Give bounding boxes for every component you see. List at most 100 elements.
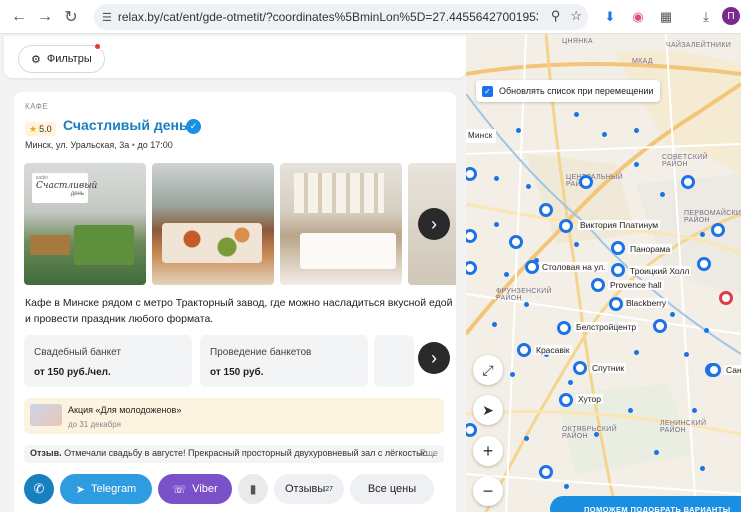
zoom-out-button[interactable]: − <box>473 476 503 506</box>
service-item-partial[interactable] <box>374 335 414 387</box>
map-dot[interactable] <box>659 191 665 197</box>
venue-label[interactable]: Красавік <box>534 345 572 355</box>
review-snippet[interactable]: Отзыв. Отмечали свадьбу в августе! Прекр… <box>24 445 444 463</box>
map-dot[interactable] <box>691 407 697 413</box>
downloads-icon[interactable]: ⤓ <box>696 7 716 27</box>
all-prices-button[interactable]: Все цены <box>350 474 434 504</box>
bookmark-star-icon[interactable]: ☆ <box>570 8 582 24</box>
map-dot[interactable] <box>493 175 499 181</box>
map-pin[interactable] <box>579 175 593 189</box>
review-more-link[interactable]: Еще <box>420 448 438 458</box>
update-on-move-toggle[interactable]: ✓ Обновлять список при перемещении <box>476 80 660 102</box>
viber-button[interactable]: ☏ Viber <box>158 474 232 504</box>
map-pin[interactable] <box>559 219 573 233</box>
map-pin[interactable] <box>559 393 573 407</box>
map-dot[interactable] <box>525 183 531 189</box>
venue-name[interactable]: Счастливый день <box>63 117 188 133</box>
map-pin[interactable] <box>611 263 625 277</box>
filters-button[interactable]: ⚙ Фильтры <box>18 43 105 73</box>
map-dot[interactable] <box>523 301 529 307</box>
venue-label[interactable]: Виктория Платинум <box>578 220 661 230</box>
forward-icon[interactable]: → <box>32 4 58 30</box>
map-dot[interactable] <box>491 321 497 327</box>
gallery-photo-3[interactable] <box>280 163 402 285</box>
map-dot[interactable] <box>699 231 705 237</box>
map-dot[interactable] <box>683 351 689 357</box>
profile-avatar[interactable]: П <box>722 7 740 25</box>
map-dot[interactable] <box>523 435 529 441</box>
map-dot[interactable] <box>515 127 521 133</box>
map-dot[interactable] <box>703 327 709 333</box>
download-extension-icon[interactable]: ⬇ <box>600 7 620 27</box>
map-dot[interactable] <box>653 449 659 455</box>
map-pin[interactable] <box>697 257 711 271</box>
gallery-photo-1[interactable]: кафе Счастливый день <box>24 163 146 285</box>
call-button[interactable]: ✆ <box>24 474 54 504</box>
address-bar[interactable]: ☰ relax.by/cat/ent/gde-otmetit/?coordina… <box>94 4 588 30</box>
photo-gallery[interactable]: кафе Счастливый день <box>24 163 456 285</box>
venue-label[interactable]: Хутор <box>576 394 603 404</box>
site-info-icon[interactable]: ☰ <box>102 11 112 24</box>
color-extension-icon[interactable]: ◉ <box>628 7 648 27</box>
map-dot[interactable] <box>633 127 639 133</box>
map-dot[interactable] <box>567 379 573 385</box>
checkbox-checked-icon[interactable]: ✓ <box>482 85 493 97</box>
venue-label[interactable]: Blackberry <box>624 298 669 308</box>
gallery-photo-2[interactable] <box>152 163 274 285</box>
map-view[interactable]: ЦНЯНКА ЧАЙЗАЛЕЙТНИКИ МКАД ЦЕНТРАЛЬНЫЙ РА… <box>466 34 741 512</box>
venue-label[interactable]: Белстройцентр <box>574 322 639 332</box>
map-pin[interactable] <box>707 363 721 377</box>
promo-banner[interactable]: Акция «Для молодоженов» до 31 декабря <box>24 398 444 434</box>
venue-label[interactable]: Спутник <box>590 363 627 373</box>
map-pin[interactable] <box>611 241 625 255</box>
service-item[interactable]: Свадебный банкет от 150 руб./чел. <box>24 335 192 387</box>
reload-icon[interactable]: ↻ <box>58 4 84 30</box>
venue-label[interactable]: Столовая на ул. <box>540 262 608 272</box>
extensions-icon[interactable]: ▦ <box>656 7 676 27</box>
selected-venue-pin[interactable] <box>719 291 733 305</box>
map-pin[interactable] <box>539 203 553 217</box>
zoom-icon[interactable]: ⚲ <box>551 8 561 24</box>
services-next-button[interactable]: › <box>418 342 450 374</box>
map-dot[interactable] <box>573 111 579 117</box>
map-pin[interactable] <box>517 343 531 357</box>
map-dot[interactable] <box>573 241 579 247</box>
map-dot[interactable] <box>627 407 633 413</box>
map-pin[interactable] <box>509 235 523 249</box>
map-pin[interactable] <box>653 319 667 333</box>
road-label: МКАД <box>632 58 653 65</box>
venue-label[interactable]: Сан <box>724 365 741 375</box>
service-price: от 150 руб. <box>210 367 264 378</box>
map-dot[interactable] <box>593 431 599 437</box>
gallery-next-button[interactable]: › <box>418 208 450 240</box>
zoom-in-button[interactable]: + <box>473 436 503 466</box>
locate-me-icon[interactable]: ➤ <box>473 395 503 425</box>
map-dot[interactable] <box>503 271 509 277</box>
map-pin[interactable] <box>557 321 571 335</box>
map-pin[interactable] <box>711 223 725 237</box>
map-pin[interactable] <box>681 175 695 189</box>
bookmark-button[interactable]: ▮ <box>238 474 268 504</box>
venue-label[interactable]: Троицкий Холл <box>628 266 692 276</box>
map-pin[interactable] <box>609 297 623 311</box>
help-me-choose-button[interactable]: ПОМОЖЕМ ПОДОБРАТЬ ВАРИАНТЫ <box>550 496 741 512</box>
service-item[interactable]: Проведение банкетов от 150 руб. <box>200 335 368 387</box>
map-pin[interactable] <box>573 361 587 375</box>
map-dot[interactable] <box>633 349 639 355</box>
map-dot[interactable] <box>563 483 569 489</box>
back-icon[interactable]: ← <box>6 4 32 30</box>
map-pin[interactable] <box>525 260 539 274</box>
map-dot[interactable] <box>699 465 705 471</box>
map-dot[interactable] <box>669 311 675 317</box>
venue-label[interactable]: Provence hall <box>608 280 664 290</box>
telegram-button[interactable]: ➤ Telegram <box>60 474 152 504</box>
map-dot[interactable] <box>633 161 639 167</box>
fullscreen-icon[interactable]: ⤢ <box>473 355 503 385</box>
map-dot[interactable] <box>601 131 607 137</box>
map-pin[interactable] <box>539 465 553 479</box>
reviews-button[interactable]: Отзывы 27 <box>274 474 344 504</box>
map-dot[interactable] <box>509 371 515 377</box>
map-pin[interactable] <box>591 278 605 292</box>
map-dot[interactable] <box>493 221 499 227</box>
venue-label[interactable]: Панорама <box>628 244 673 254</box>
